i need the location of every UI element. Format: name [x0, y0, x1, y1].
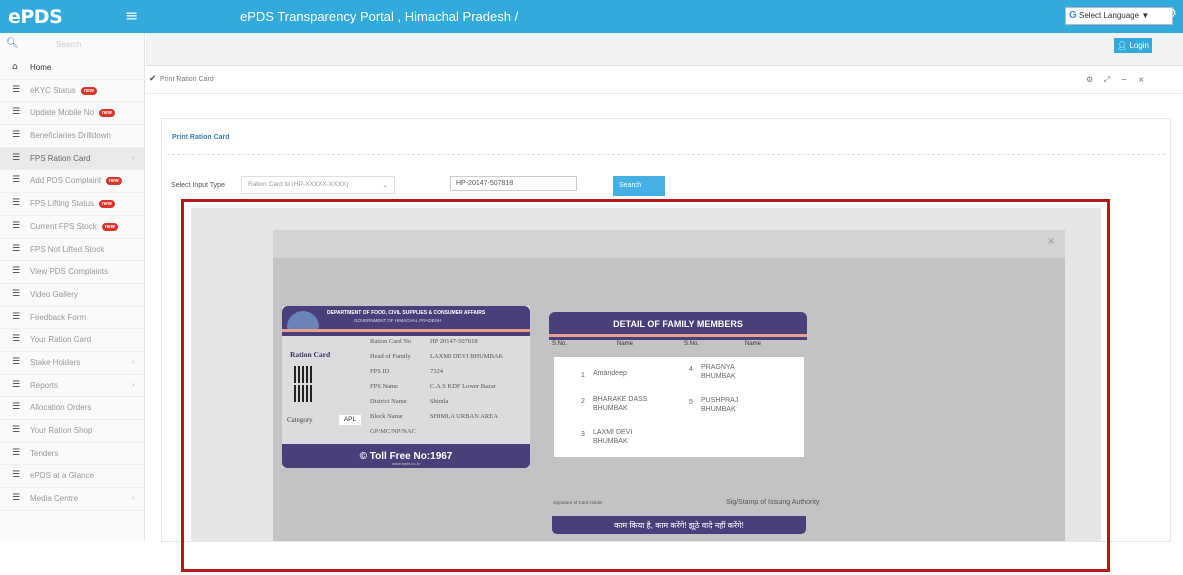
list-icon: ☰ [12, 311, 21, 322]
ration-card-number-input[interactable]: HP-20147-507818 [450, 176, 577, 191]
sidebar-item[interactable]: ☰ Media Centre › [0, 488, 144, 511]
top-navbar: ePDS ≡ ePDS Transparency Portal , Himach… [0, 0, 1183, 33]
sidebar-item[interactable]: ☰ Stake Holders › [0, 352, 144, 375]
chevron-down-icon: ▼ [1141, 11, 1150, 20]
panel-header: ✔ Print Ration Card ⚙ ⤢ − × [146, 66, 1183, 94]
sidebar-item-label: FPS Ration Card [30, 153, 91, 163]
list-icon: ☰ [12, 379, 21, 390]
sidebar-item-label: Stake Holders [30, 357, 81, 367]
list-icon: ☰ [12, 425, 21, 435]
list-icon: ☰ [12, 447, 21, 458]
sidebar-item[interactable]: ☰ Reports › [0, 375, 144, 398]
chevron-right-icon: › [132, 493, 135, 503]
sidebar-item[interactable]: ☰ FPS Not Lifted Stock [0, 239, 144, 262]
panel-title: Print Ration Card [160, 76, 214, 83]
language-select-label: Select Language [1079, 11, 1140, 20]
language-select[interactable]: G Select Language ▼ [1065, 7, 1173, 25]
login-label: Login [1129, 41, 1149, 50]
list-icon: ☰ [12, 334, 21, 345]
sidebar-item[interactable]: ☰ Feedback Form [0, 307, 144, 330]
new-badge: new [102, 222, 118, 231]
sidebar-item-label: FPS Lifting Status [30, 199, 95, 209]
list-icon: ☰ [12, 152, 21, 163]
hamburger-icon[interactable]: ≡ [125, 6, 138, 25]
sidebar-item-label: Update Mobile No [30, 108, 95, 118]
sidebar-nav: ⌂ Home ☰ eKYC Status new ☰ Update Mobile No new… [0, 57, 144, 511]
sidebar-item-label: Video Gallery [30, 289, 78, 299]
new-badge: new [99, 109, 115, 118]
list-icon: ☰ [12, 107, 21, 118]
home-icon: ⌂ [12, 62, 18, 72]
sidebar-item-label: FPS Not Lifted Stock [30, 244, 105, 254]
list-icon: ☰ [12, 175, 21, 186]
new-badge: new [106, 177, 122, 186]
chevron-right-icon: › [132, 356, 135, 366]
sidebar-item[interactable]: ☰ Tenders [0, 443, 144, 466]
list-icon: ☰ [12, 288, 21, 299]
sidebar: 🔍︎ Search ⌂ Home ☰ eKYC Status new ☰ Update Mo… [0, 33, 145, 541]
sidebar-item-label: Allocation Orders [30, 403, 92, 413]
sidebar-item-label: Beneficiaries Drilldown [30, 131, 111, 141]
search-icon: 🔍︎ [6, 38, 19, 49]
chevron-right-icon: › [132, 379, 135, 389]
list-icon: ☰ [12, 243, 21, 254]
chevron-down-icon: ⌄ [382, 181, 388, 189]
sidebar-item[interactable]: ☰ eKYC Status new [0, 80, 144, 103]
login-button[interactable]: 👤︎ Login [1114, 38, 1152, 53]
list-icon: ☰ [12, 84, 21, 95]
new-badge: new [81, 86, 97, 95]
epds-logo[interactable]: ePDS [8, 6, 63, 28]
list-icon: ☰ [12, 402, 21, 413]
input-type-label: Select Input Type [171, 182, 225, 189]
panel-tools[interactable]: ⚙ ⤢ − × [1086, 75, 1149, 85]
sidebar-item-label: Reports [30, 380, 59, 390]
chevron-right-icon: › [132, 152, 135, 162]
sidebar-item[interactable]: ☰ View PDS Complaints [0, 261, 144, 284]
sidebar-item-label: ePDS at a Glance [30, 471, 95, 481]
search-input[interactable]: Search [56, 40, 81, 49]
portal-title: ePDS Transparency Portal , Himachal Prad… [240, 9, 519, 24]
sidebar-item-label: eKYC Status [30, 85, 76, 95]
list-icon: ☰ [12, 130, 21, 141]
section-title: Print Ration Card [172, 134, 230, 141]
google-translate-icon: G [1069, 10, 1077, 21]
sidebar-item-label: Feedback Form [30, 312, 87, 322]
sidebar-item[interactable]: ☰ Your Ration Shop [0, 420, 144, 443]
list-icon: ☰ [12, 220, 21, 231]
gear-icon[interactable]: ⚙ [1166, 6, 1177, 20]
new-badge: new [99, 200, 115, 209]
sidebar-item-label: Home [30, 63, 52, 72]
list-icon: ☰ [12, 198, 21, 209]
sidebar-item-label: Add PDS Complaint [30, 176, 102, 186]
sidebar-item-label: Media Centre [30, 494, 79, 504]
divider [167, 154, 1165, 155]
list-icon: ☰ [12, 470, 21, 481]
input-type-value: Ration Card Id (HP-XXXXX-XXXX) [248, 181, 349, 188]
list-icon: ☰ [12, 493, 21, 504]
sidebar-search[interactable]: 🔍︎ Search [0, 33, 144, 57]
sidebar-item[interactable]: ☰ Update Mobile No new [0, 102, 144, 126]
check-icon: ✔ [149, 74, 157, 84]
sidebar-item[interactable]: ☰ Add PDS Complaint new [0, 170, 144, 194]
sidebar-item[interactable]: ☰ FPS Lifting Status new [0, 193, 144, 216]
sidebar-item-label: Current FPS Stock [30, 221, 97, 231]
sidebar-item[interactable]: ☰ Allocation Orders [0, 397, 144, 420]
list-icon: ☰ [12, 356, 21, 367]
sidebar-item[interactable]: ☰ Current FPS Stock new [0, 216, 144, 239]
list-icon: ☰ [12, 266, 21, 277]
input-type-select[interactable]: Ration Card Id (HP-XXXXX-XXXX) ⌄ [241, 176, 395, 194]
sidebar-item[interactable]: ☰ ePDS at a Glance [0, 465, 144, 489]
sidebar-item-label: View PDS Complaints [30, 267, 109, 277]
sidebar-item[interactable]: ☰ Beneficiaries Drilldown [0, 125, 144, 148]
sidebar-item[interactable]: ☰ FPS Ration Card › [0, 147, 144, 171]
sidebar-item-label: Tenders [30, 448, 59, 458]
sidebar-item-label: Your Ration Card [30, 335, 92, 345]
sidebar-item-label: Your Ration Shop [30, 426, 93, 435]
sidebar-item[interactable]: ☰ Video Gallery [0, 284, 144, 307]
highlight-annotation [181, 199, 1110, 572]
sidebar-item[interactable]: ⌂ Home [0, 57, 144, 80]
search-button[interactable]: Search [613, 176, 665, 196]
sidebar-item[interactable]: ☰ Your Ration Card [0, 329, 144, 352]
user-icon: 👤︎ [1117, 41, 1128, 50]
